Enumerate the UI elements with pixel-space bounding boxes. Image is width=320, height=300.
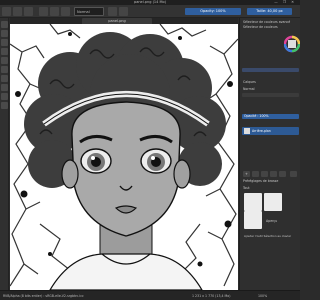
brush-preset-2[interactable] <box>264 193 282 211</box>
move-tool-icon[interactable] <box>1 30 8 37</box>
brush-tool-icon[interactable] <box>1 39 8 46</box>
rectangle-tool-icon[interactable] <box>1 57 8 64</box>
status-bar: RVB/Alpha (8 bits entier) : sRGB-elle-V2… <box>0 290 300 300</box>
brush-preset-3[interactable] <box>244 211 262 229</box>
tool-options-bar: Normal Opacity: 100% Taille: 40,00 px <box>0 5 300 18</box>
move-up-icon[interactable] <box>261 171 268 177</box>
layer-thumbnail <box>244 128 250 134</box>
eyedropper-tool-icon[interactable] <box>1 84 8 91</box>
size-slider[interactable]: Taille: 40,00 px <box>247 8 292 15</box>
color-wheel[interactable] <box>284 30 300 66</box>
blend-mode-dropdown[interactable] <box>242 93 299 97</box>
advanced-color-selector-label: Sélecteur de couleurs avancé <box>243 20 291 24</box>
fill-tool-icon[interactable] <box>1 75 8 82</box>
left-ear <box>61 159 79 189</box>
right-eye <box>140 148 172 174</box>
layers-label: Calques <box>243 80 256 84</box>
add-layer-icon[interactable]: + <box>243 171 250 177</box>
brush-presets-label: Préréglages de brosse <box>243 179 279 183</box>
opacity-slider[interactable]: Opacity: 100% <box>185 8 241 15</box>
color-selector-label: Sélecteur de couleurs <box>243 25 278 29</box>
right-ear <box>173 159 191 189</box>
alpha-lock-icon[interactable] <box>119 7 128 16</box>
brush-preset-1[interactable] <box>244 193 262 211</box>
docker-panel: Sélecteur de couleurs avancé Sélecteur d… <box>239 18 300 290</box>
fill-pattern-icon[interactable] <box>50 7 59 16</box>
color-history-bar[interactable] <box>242 68 299 72</box>
left-eye <box>80 148 112 174</box>
layer-row[interactable]: Arrière-plan <box>242 127 299 135</box>
layer-name: Arrière-plan <box>252 129 271 133</box>
open-document-icon[interactable] <box>13 7 22 16</box>
overview-label: Aperçu <box>266 219 278 223</box>
new-document-icon[interactable] <box>2 7 11 16</box>
ellipse-tool-icon[interactable] <box>1 66 8 73</box>
line-tool-icon[interactable] <box>1 48 8 55</box>
zoom-level[interactable]: 100% <box>258 291 267 300</box>
zoom-tool-icon[interactable] <box>1 93 8 100</box>
color-profile-status: RVB/Alpha (8 bits entier) : sRGB-elle-V2… <box>3 294 84 298</box>
duplicate-layer-icon[interactable] <box>252 171 259 177</box>
move-down-icon[interactable] <box>270 171 277 177</box>
pan-tool-icon[interactable] <box>1 102 8 109</box>
layer-opacity-slider[interactable]: Opacité : 100% <box>242 114 299 119</box>
brush-preset-icon[interactable] <box>39 7 48 16</box>
toolbox <box>0 18 9 290</box>
save-document-icon[interactable] <box>24 7 33 16</box>
artwork <box>10 24 238 290</box>
tags-label: Tout <box>243 186 250 190</box>
delete-layer-icon[interactable] <box>290 171 297 177</box>
gradient-icon[interactable] <box>61 7 70 16</box>
eraser-toggle-icon[interactable] <box>108 7 117 16</box>
image-size-status: 1 231 x 1 770 (13,4 Mo) <box>192 294 231 298</box>
blend-mode-select[interactable]: Normal <box>74 7 104 16</box>
canvas[interactable] <box>10 24 238 290</box>
select-tool-icon[interactable] <box>1 21 8 28</box>
blend-mode-label: Normal <box>243 87 255 91</box>
layer-properties-icon[interactable] <box>279 171 286 177</box>
shirt <box>49 253 203 290</box>
hint-text: Ajouter l'outil Sélection au clavier <box>244 234 292 238</box>
